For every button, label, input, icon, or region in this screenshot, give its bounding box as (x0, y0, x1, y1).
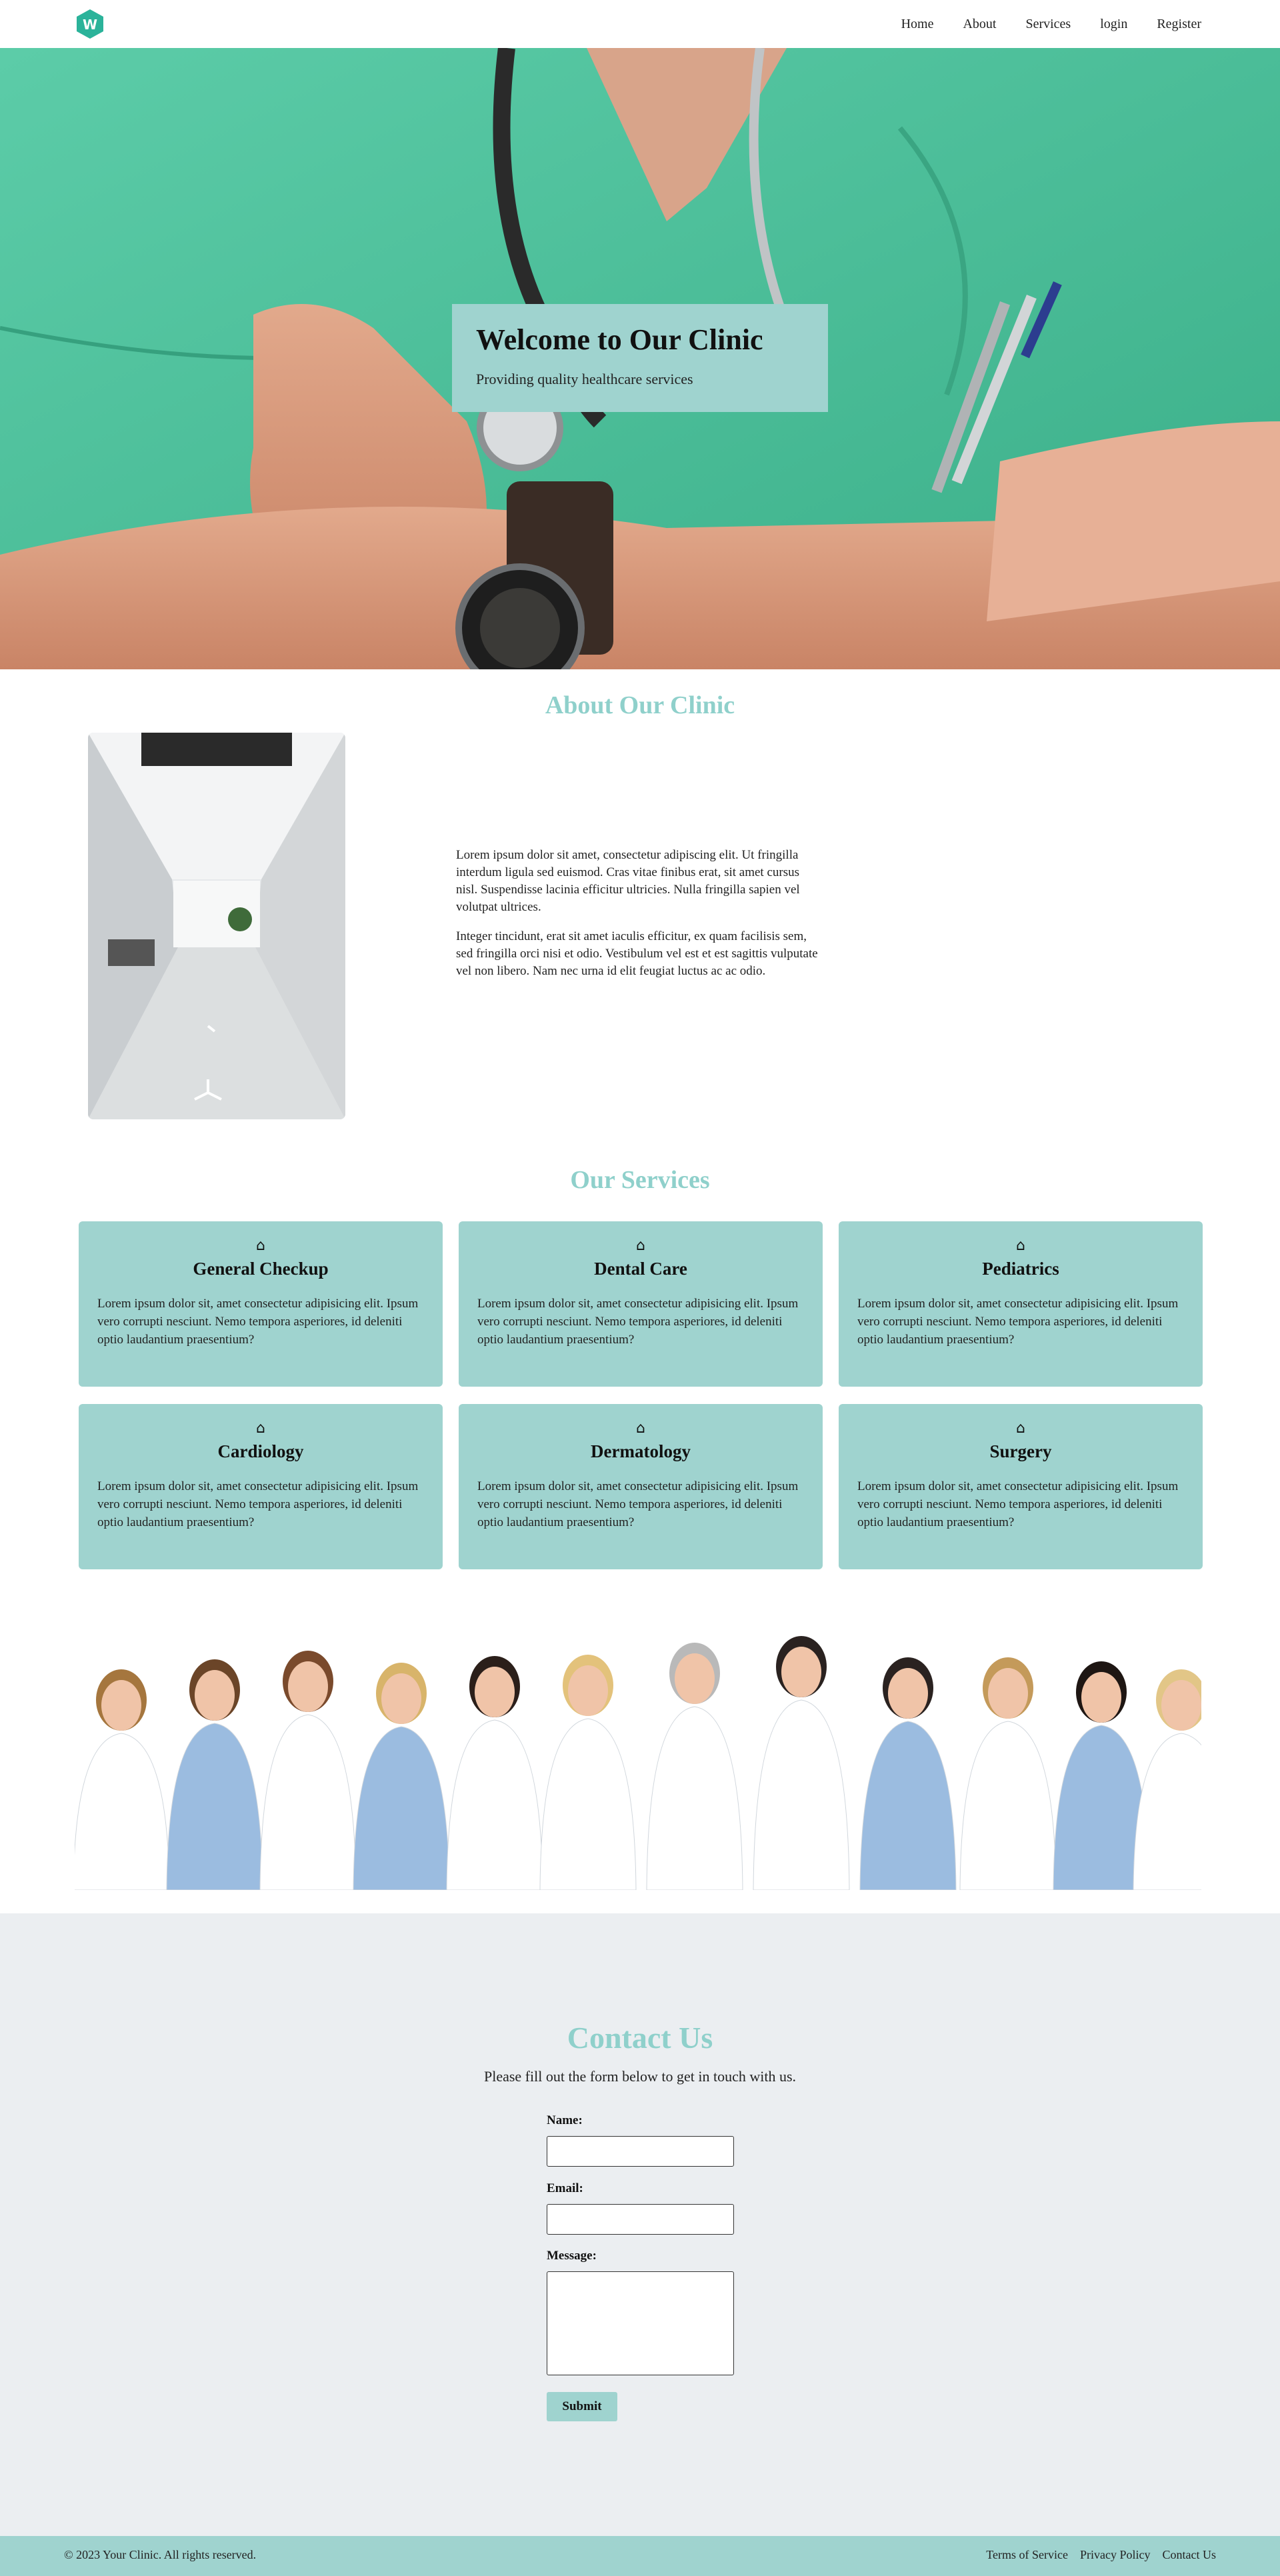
footer-links: Terms of Service Privacy Policy Contact … (974, 2548, 1216, 2562)
hero-banner: Welcome to Our Clinic Providing quality … (0, 48, 1280, 669)
service-title: General Checkup (193, 1259, 329, 1279)
footer-link-terms[interactable]: Terms of Service (986, 2548, 1068, 2562)
about-title: About Our Clinic (545, 691, 735, 719)
svg-text:W: W (83, 17, 97, 33)
contact-subtitle: Please fill out the form below to get in… (483, 2068, 797, 2085)
service-title: Cardiology (217, 1441, 304, 1461)
service-description: Lorem ipsum dolor sit, amet consectetur … (97, 1297, 419, 1347)
hero-title: Welcome to Our Clinic (476, 323, 763, 356)
home-icon: ⌂ (256, 1420, 265, 1437)
service-card-cardiology[interactable]: ⌂ Cardiology Lorem ipsum dolor sit, amet… (79, 1404, 443, 1569)
clinic-hallway-image (88, 733, 345, 1119)
service-description: Lorem ipsum dolor sit, amet consectetur … (477, 1479, 799, 1529)
nav-link-home[interactable]: Home (901, 17, 934, 32)
nav-link-register[interactable]: Register (1157, 17, 1201, 32)
service-title: Dental Care (594, 1259, 687, 1279)
service-title: Surgery (989, 1441, 1052, 1461)
nav-link-about[interactable]: About (963, 17, 996, 32)
service-card-dermatology[interactable]: ⌂ Dermatology Lorem ipsum dolor sit, ame… (459, 1404, 823, 1569)
service-card-surgery[interactable]: ⌂ Surgery Lorem ipsum dolor sit, amet co… (839, 1404, 1203, 1569)
name-field[interactable] (547, 2136, 734, 2167)
service-card-general-checkup[interactable]: ⌂ General Checkup Lorem ipsum dolor sit,… (79, 1221, 443, 1387)
service-card-pediatrics[interactable]: ⌂ Pediatrics Lorem ipsum dolor sit, amet… (839, 1221, 1203, 1387)
email-field[interactable] (547, 2204, 734, 2235)
hero-subtitle: Providing quality healthcare services (476, 371, 693, 387)
home-icon: ⌂ (636, 1237, 645, 1254)
service-title: Pediatrics (982, 1259, 1059, 1279)
nav-links: Home About Services login Register (872, 0, 1201, 48)
service-description: Lorem ipsum dolor sit, amet consectetur … (97, 1479, 419, 1529)
name-label: Name: (547, 2113, 583, 2127)
services-title: Our Services (570, 1166, 710, 1194)
top-navbar: W Home About Services login Register (0, 0, 1280, 48)
service-description: Lorem ipsum dolor sit, amet consectetur … (857, 1479, 1179, 1529)
message-textarea[interactable] (547, 2271, 734, 2375)
contact-section: Contact Us Please fill out the form belo… (0, 1913, 1280, 2536)
hero-welcome-box: Welcome to Our Clinic Providing quality … (452, 304, 828, 412)
home-icon: ⌂ (1016, 1420, 1025, 1437)
message-label: Message: (547, 2249, 597, 2263)
service-description: Lorem ipsum dolor sit, amet consectetur … (857, 1297, 1179, 1347)
email-label: Email: (547, 2181, 583, 2195)
service-title: Dermatology (591, 1441, 691, 1461)
service-card-dental-care[interactable]: ⌂ Dental Care Lorem ipsum dolor sit, ame… (459, 1221, 823, 1387)
nav-link-login[interactable]: login (1100, 17, 1127, 32)
nav-link-services[interactable]: Services (1025, 17, 1071, 32)
footer-link-privacy[interactable]: Privacy Policy (1080, 2548, 1151, 2562)
contact-title: Contact Us (567, 2021, 713, 2055)
about-paragraph-1: Lorem ipsum dolor sit amet, consectetur … (456, 848, 800, 914)
clinic-logo-icon[interactable]: W (75, 9, 105, 39)
footer: © 2023 Your Clinic. All rights reserved.… (0, 2536, 1280, 2576)
home-icon: ⌂ (636, 1420, 645, 1437)
service-description: Lorem ipsum dolor sit, amet consectetur … (477, 1297, 799, 1347)
submit-button[interactable]: Submit (547, 2392, 617, 2421)
copyright-text: © 2023 Your Clinic. All rights reserved. (64, 2548, 257, 2561)
home-icon: ⌂ (1016, 1237, 1025, 1254)
about-paragraph-2: Integer tincidunt, erat sit amet iaculis… (456, 929, 818, 978)
about-text: Lorem ipsum dolor sit amet, consectetur … (456, 847, 823, 992)
medical-team-image (73, 1607, 1230, 1891)
footer-link-contact[interactable]: Contact Us (1163, 2548, 1217, 2562)
home-icon: ⌂ (256, 1237, 265, 1254)
